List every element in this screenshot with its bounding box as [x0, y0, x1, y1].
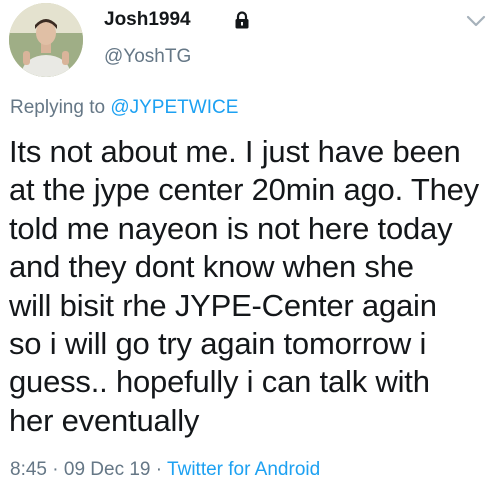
tweet-source-link[interactable]: Twitter for Android	[167, 459, 320, 480]
avatar[interactable]	[9, 3, 83, 77]
replying-to: Replying to @JYPETWICE	[10, 96, 238, 120]
tweet-date: 09 Dec 19	[63, 459, 151, 480]
lock-icon	[235, 11, 249, 29]
tweet-meta: 8:45 · 09 Dec 19 · Twitter for Android	[10, 458, 320, 482]
replying-prefix: Replying to	[10, 97, 111, 118]
tweet-text-line: at the jype center 20min ago. They	[9, 172, 479, 208]
handle[interactable]: @YoshTG	[104, 45, 191, 69]
meta-separator: ·	[150, 459, 168, 480]
tweet-text-line: so i will go try again tomorrow i	[9, 326, 427, 362]
reply-mention-link[interactable]: @JYPETWICE	[110, 97, 238, 118]
tweet-text-line: her eventually	[9, 402, 200, 438]
chevron-down-icon[interactable]	[466, 14, 486, 28]
tweet-text-line: Its not about me. I just have been	[9, 134, 461, 169]
tweet-text-line: told me nayeon is not here today	[9, 210, 453, 246]
meta-separator: ·	[46, 459, 64, 480]
tweet-text: Its not about me. I just have been at th…	[9, 133, 494, 440]
tweet: Josh1994 @YoshTG Replying to @JYPETWICE …	[0, 0, 501, 488]
display-name[interactable]: Josh1994	[104, 8, 191, 32]
tweet-text-line: guess.. hopefully i can talk with	[9, 364, 430, 400]
tweet-time: 8:45	[10, 459, 47, 480]
tweet-text-line: and they dont know when she	[9, 249, 414, 285]
tweet-text-line: will bisit rhe JYPE-Center again	[9, 287, 437, 323]
